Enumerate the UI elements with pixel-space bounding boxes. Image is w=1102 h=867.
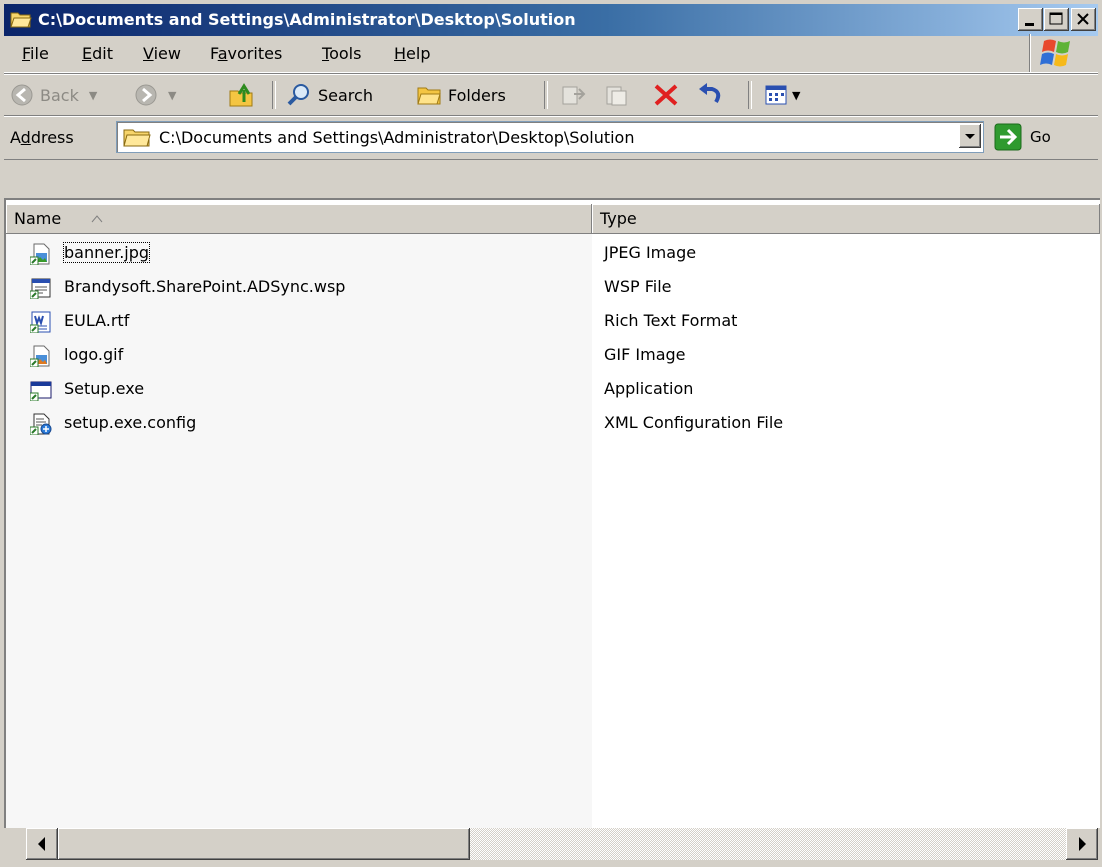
file-row[interactable]: EULA.rtf Rich Text Format	[6, 306, 1100, 338]
address-value: C:\Documents and Settings\Administrator\…	[159, 128, 635, 147]
back-button[interactable]: Back ▼	[10, 81, 97, 109]
go-label: Go	[1030, 128, 1051, 146]
folders-button[interactable]: Folders	[416, 81, 506, 109]
back-arrow-icon	[11, 84, 33, 106]
file-type: WSP File	[604, 277, 672, 296]
file-type: GIF Image	[604, 345, 686, 364]
address-label: Address	[10, 128, 74, 147]
windows-logo	[1029, 34, 1084, 72]
toolbar-separator	[544, 81, 548, 109]
address-input[interactable]: C:\Documents and Settings\Administrator\…	[116, 121, 984, 153]
menu-view[interactable]: View	[143, 44, 181, 63]
search-label: Search	[318, 85, 373, 105]
close-button[interactable]	[1071, 8, 1096, 31]
file-row[interactable]: Brandysoft.SharePoint.ADSync.wsp WSP Fil…	[6, 272, 1100, 304]
search-button[interactable]: Search	[286, 81, 373, 109]
back-dropdown-icon[interactable]: ▼	[89, 89, 97, 102]
image-file-icon	[30, 243, 50, 265]
file-list-view[interactable]: Name Type banner.jpg JPEG Image Brandyso…	[4, 198, 1100, 828]
file-name: Brandysoft.SharePoint.ADSync.wsp	[64, 277, 346, 296]
forward-arrow-icon	[135, 84, 157, 106]
undo-button[interactable]	[696, 81, 724, 109]
scrollbar-track[interactable]	[470, 828, 1066, 860]
address-bar: Address C:\Documents and Settings\Admini…	[4, 116, 1098, 160]
copy-to-button[interactable]	[604, 81, 632, 109]
up-folder-button[interactable]	[228, 81, 256, 109]
views-dropdown-icon[interactable]: ▼	[792, 89, 800, 102]
menu-tools[interactable]: Tools	[322, 44, 361, 63]
up-folder-icon	[229, 83, 253, 107]
wordpad-document-icon	[30, 311, 51, 333]
toolbar-separator	[272, 81, 276, 109]
forward-dropdown-icon[interactable]: ▼	[168, 89, 176, 102]
scroll-right-button[interactable]	[1066, 828, 1098, 860]
explorer-window: C:\Documents and Settings\Administrator\…	[0, 0, 1102, 867]
close-icon	[1077, 13, 1089, 25]
file-type: XML Configuration File	[604, 413, 784, 432]
title-bar[interactable]: C:\Documents and Settings\Administrator\…	[4, 4, 1098, 36]
menu-bar: File Edit View Favorites Tools Help	[4, 34, 1098, 73]
file-name: EULA.rtf	[64, 311, 130, 330]
maximize-button[interactable]	[1044, 8, 1069, 31]
menu-favorites[interactable]: Favorites	[210, 44, 282, 63]
folders-label: Folders	[448, 85, 506, 105]
folders-icon	[417, 87, 441, 105]
menu-help[interactable]: Help	[394, 44, 430, 63]
toolbar-separator	[748, 81, 752, 109]
file-row[interactable]: Setup.exe Application	[6, 374, 1100, 406]
file-type: JPEG Image	[604, 243, 697, 262]
open-folder-icon	[10, 12, 32, 28]
menu-edit[interactable]: Edit	[82, 44, 113, 63]
standard-toolbar: Back ▼ ▼ Search Folders ▼	[4, 74, 1098, 116]
file-name: setup.exe.config	[64, 413, 197, 432]
file-row[interactable]: banner.jpg JPEG Image	[6, 238, 1100, 270]
config-file-icon	[30, 413, 52, 435]
file-name: banner.jpg	[62, 242, 151, 263]
back-label: Back	[40, 85, 79, 105]
file-row[interactable]: logo.gif GIF Image	[6, 340, 1100, 372]
forward-button[interactable]: ▼	[134, 81, 176, 109]
column-header-type[interactable]: Type	[592, 204, 1100, 234]
column-header-name[interactable]: Name	[6, 204, 592, 234]
application-icon	[30, 381, 52, 401]
folder-icon	[123, 129, 151, 147]
file-row[interactable]: setup.exe.config XML Configuration File	[6, 408, 1100, 440]
scroll-left-button[interactable]	[26, 828, 58, 860]
delete-x-icon	[654, 84, 678, 106]
minimize-icon	[1025, 23, 1034, 26]
go-arrow-icon	[994, 123, 1022, 151]
file-name: logo.gif	[64, 345, 124, 364]
copy-to-icon	[606, 86, 627, 106]
image-file-icon	[30, 345, 50, 367]
address-dropdown-button[interactable]	[959, 124, 981, 148]
undo-icon	[699, 83, 721, 104]
chevron-down-icon	[965, 134, 975, 139]
minimize-button[interactable]	[1018, 8, 1043, 31]
scrollbar-thumb[interactable]	[58, 828, 470, 860]
window-title: C:\Documents and Settings\Administrator\…	[38, 10, 576, 29]
horizontal-scrollbar[interactable]	[26, 828, 1098, 860]
windows-flag-icon	[1040, 39, 1070, 67]
generic-file-icon	[30, 278, 51, 299]
move-to-button[interactable]	[560, 81, 588, 109]
file-type: Rich Text Format	[604, 311, 738, 330]
chevron-right-icon	[1079, 837, 1086, 851]
go-button[interactable]: Go	[994, 123, 1090, 151]
search-icon	[287, 84, 309, 106]
file-name: Setup.exe	[64, 379, 145, 398]
file-type: Application	[604, 379, 694, 398]
delete-button[interactable]	[652, 81, 680, 109]
maximize-icon	[1049, 12, 1063, 25]
views-button[interactable]: ▼	[764, 81, 800, 109]
views-icon	[765, 85, 787, 105]
chevron-left-icon	[38, 837, 45, 851]
sort-ascending-icon	[91, 215, 103, 223]
move-to-icon	[562, 86, 586, 105]
menu-file[interactable]: File	[22, 44, 49, 63]
